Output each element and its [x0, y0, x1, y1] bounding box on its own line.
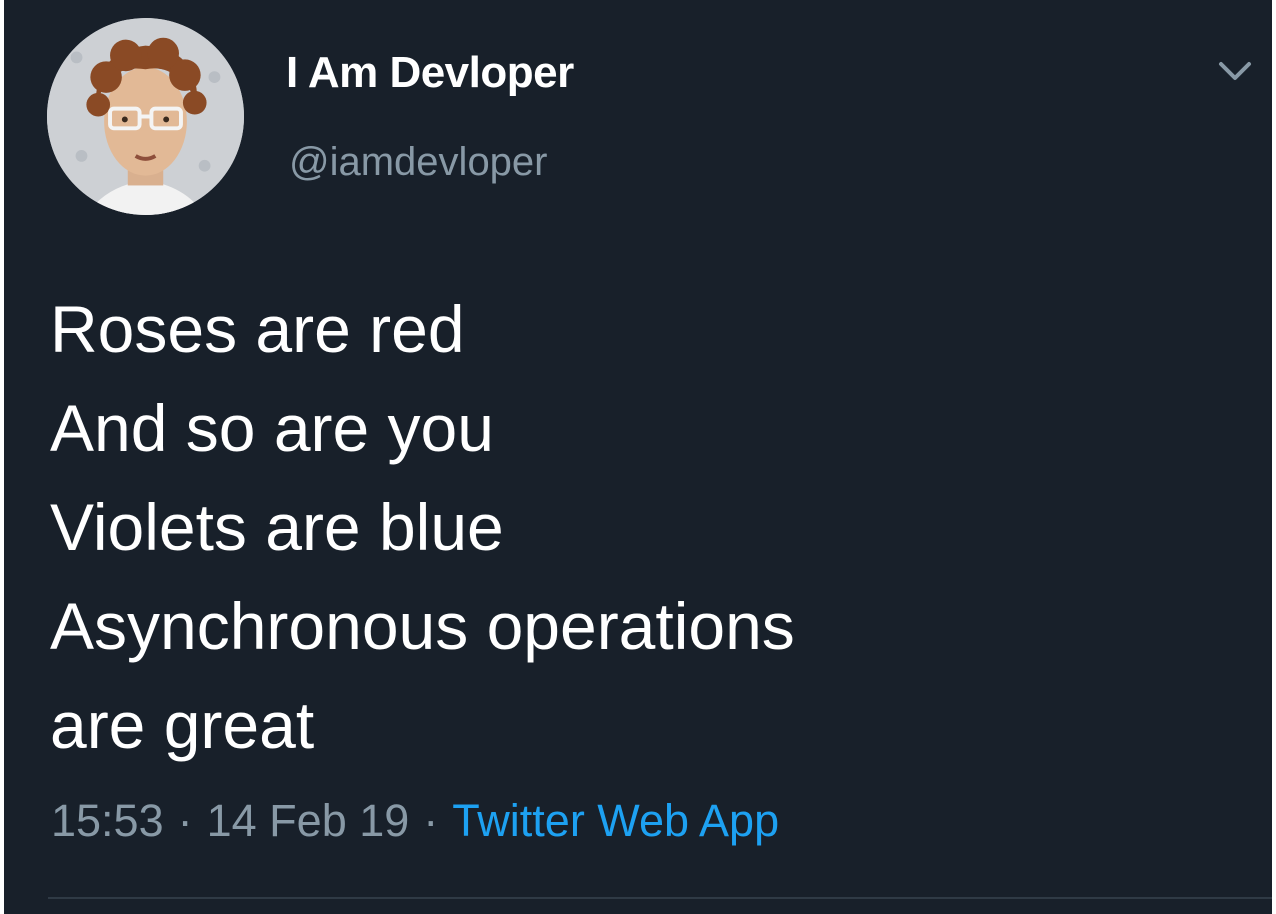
tweet-text-line: Violets are blue: [50, 490, 504, 564]
tweet-meta: 15:53 · 14 Feb 19 · Twitter Web App: [51, 795, 779, 847]
chevron-down-icon[interactable]: [1215, 56, 1255, 86]
tweet-card: I Am Devloper @iamdevloper Roses are red…: [4, 0, 1272, 914]
tweet-text-line: are great: [50, 688, 315, 762]
tweet-source-link[interactable]: Twitter Web App: [452, 795, 779, 846]
user-handle[interactable]: @iamdevloper: [289, 140, 548, 185]
tweet-time[interactable]: 15:53: [51, 795, 164, 846]
separator-dot: ·: [423, 795, 439, 846]
tweet-text-line: Roses are red: [50, 292, 465, 366]
display-name[interactable]: I Am Devloper: [286, 48, 574, 98]
divider: [48, 897, 1272, 899]
avatar-image: [47, 18, 244, 215]
avatar[interactable]: [47, 18, 244, 215]
tweet-text-line: Asynchronous operations: [50, 589, 795, 663]
tweet-date[interactable]: 14 Feb 19: [207, 795, 410, 846]
tweet-text-line: And so are you: [50, 391, 494, 465]
separator-dot: ·: [177, 795, 193, 846]
tweet-text: Roses are red And so are you Violets are…: [50, 280, 795, 775]
